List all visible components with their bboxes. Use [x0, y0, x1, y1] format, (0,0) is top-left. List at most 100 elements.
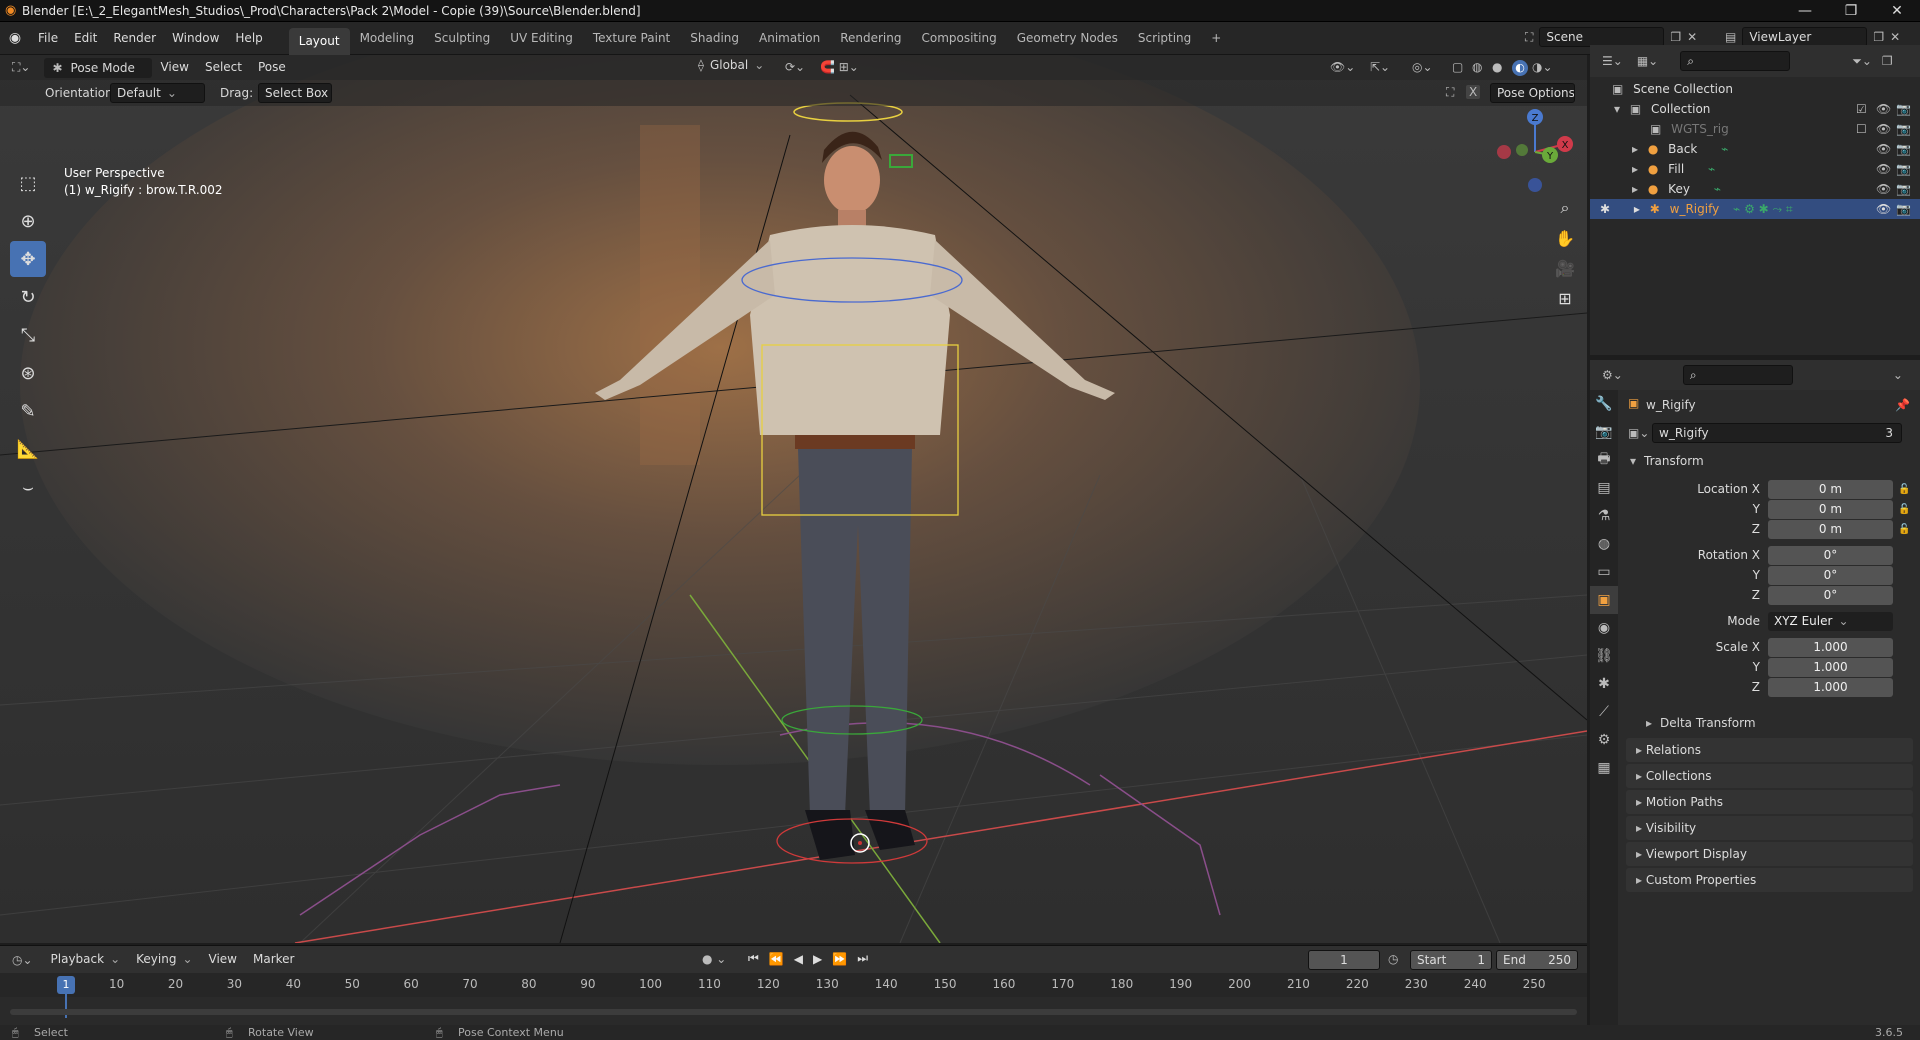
new-scene-icon[interactable]: ❐: [1670, 30, 1681, 44]
panel-relations[interactable]: ▸ Relations: [1626, 738, 1913, 762]
tab-compositing[interactable]: Compositing: [911, 22, 1006, 55]
rotation-x-field[interactable]: 0°: [1768, 546, 1893, 565]
object-tab-icon[interactable]: ▣: [1590, 586, 1618, 614]
panel-viewport-display[interactable]: ▸ Viewport Display: [1626, 842, 1913, 866]
playback-menu[interactable]: Playback: [43, 946, 129, 973]
maximize-button[interactable]: ❐: [1828, 0, 1874, 22]
navigation-gizmo[interactable]: Z X Y: [1490, 107, 1580, 197]
panel-collections[interactable]: ▸ Collections: [1626, 764, 1913, 788]
preview-range-clock-icon[interactable]: ◷: [1388, 952, 1398, 966]
timeline-view-menu[interactable]: View: [201, 946, 245, 973]
end-frame-field[interactable]: End 250: [1496, 950, 1578, 970]
tab-uv-editing[interactable]: UV Editing: [500, 22, 583, 55]
render-camera-icon[interactable]: 📷: [1896, 199, 1911, 219]
transform-panel-header[interactable]: Transform: [1644, 454, 1704, 468]
new-collection-icon[interactable]: ❐: [1882, 54, 1893, 68]
editor-type-icon[interactable]: ⛶⌄: [12, 60, 30, 75]
world-tab-icon[interactable]: ◍: [1590, 530, 1618, 558]
filter-icon[interactable]: ⏷⌄: [1852, 54, 1872, 69]
exclude-checkbox[interactable]: ☐: [1856, 119, 1867, 139]
rotation-y-field[interactable]: 0°: [1768, 566, 1893, 585]
texture-tab-icon[interactable]: ▦: [1590, 754, 1618, 782]
expand-arrow-icon[interactable]: ▸: [1634, 202, 1640, 216]
tab-modeling[interactable]: Modeling: [350, 22, 425, 55]
bone-tab-icon[interactable]: ⟋: [1590, 698, 1618, 726]
marker-menu[interactable]: Marker: [245, 946, 302, 973]
panel-visibility[interactable]: ▸ Visibility: [1626, 816, 1913, 840]
outliner-item-back[interactable]: ▸ ● Back ⌁ 👁 📷: [1590, 139, 1920, 159]
render-camera-icon[interactable]: 📷: [1896, 99, 1911, 119]
rotation-z-field[interactable]: 0°: [1768, 586, 1893, 605]
rendered-shading-icon[interactable]: ◑⌄: [1532, 60, 1553, 74]
exclude-checkbox[interactable]: ☑: [1856, 99, 1867, 119]
jump-keyframe-back-icon[interactable]: ⏪: [769, 952, 784, 966]
transform-tool-icon[interactable]: ⊛: [10, 355, 46, 391]
timeline-editor-type-icon[interactable]: ◷⌄: [12, 953, 33, 967]
play-icon[interactable]: ▶: [813, 952, 822, 966]
visibility-eye-icon[interactable]: 👁: [1876, 99, 1891, 119]
collapse-arrow-icon[interactable]: ▾: [1630, 454, 1636, 468]
outliner-item-fill[interactable]: ▸ ● Fill ⌁ 👁 📷: [1590, 159, 1920, 179]
jump-end-icon[interactable]: ⏭: [857, 951, 868, 966]
scale-y-field[interactable]: 1.000: [1768, 658, 1893, 677]
menu-window[interactable]: Window: [164, 22, 227, 55]
pin-icon[interactable]: 📌: [1895, 398, 1910, 412]
mode-selector[interactable]: ✱ Pose Mode: [44, 57, 153, 78]
overlays-icon[interactable]: ◎⌄: [1412, 60, 1433, 74]
expand-arrow-icon[interactable]: ▸: [1646, 716, 1652, 730]
lock-icon[interactable]: 🔓: [1898, 500, 1918, 520]
tab-animation[interactable]: Animation: [749, 22, 830, 55]
jump-keyframe-forward-icon[interactable]: ⏩: [832, 952, 847, 966]
auto-keying-icon[interactable]: ● ⌄: [702, 952, 726, 966]
outliner-collection[interactable]: ▾ ▣ Collection ☑ 👁 📷: [1590, 99, 1920, 119]
visibility-eye-icon[interactable]: 👁: [1876, 179, 1891, 199]
panel-motion-paths[interactable]: ▸ Motion Paths: [1626, 790, 1913, 814]
viewport-menu-pose[interactable]: Pose: [250, 55, 294, 80]
menu-file[interactable]: File: [30, 22, 66, 55]
select-box-tool-icon[interactable]: ⬚: [10, 165, 46, 201]
datablock-browse-icon[interactable]: ▣⌄: [1628, 426, 1649, 440]
orientation-default-dropdown[interactable]: Default: [110, 83, 205, 103]
transform-orientation[interactable]: ⟠ Global: [698, 58, 764, 72]
panel-custom-properties[interactable]: ▸ Custom Properties: [1626, 868, 1913, 892]
menu-edit[interactable]: Edit: [66, 22, 105, 55]
timeline-scrollbar[interactable]: [10, 1009, 1577, 1015]
wireframe-shading-icon[interactable]: ◍: [1472, 60, 1482, 74]
scale-z-field[interactable]: 1.000: [1768, 678, 1893, 697]
scene-name-field[interactable]: Scene: [1539, 27, 1665, 47]
relax-pose-tool-icon[interactable]: ⌣: [10, 469, 46, 505]
render-camera-icon[interactable]: 📷: [1896, 139, 1911, 159]
pose-mode-indicator-icon[interactable]: ✱: [1600, 202, 1610, 216]
cursor-tool-icon[interactable]: ⊕: [10, 203, 46, 239]
new-viewlayer-icon[interactable]: ❐: [1873, 30, 1884, 44]
scale-tool-icon[interactable]: ⤡: [10, 317, 46, 353]
camera-view-icon[interactable]: 🎥: [1550, 253, 1580, 283]
blender-menu-icon[interactable]: ◉: [0, 30, 30, 46]
location-y-field[interactable]: 0 m: [1768, 500, 1893, 519]
perspective-grid-icon[interactable]: ⊞: [1550, 283, 1580, 313]
solid-shading-icon[interactable]: ●: [1492, 60, 1502, 74]
expand-arrow-icon[interactable]: ▸: [1632, 182, 1638, 196]
visibility-selectability-icon[interactable]: 👁⌄: [1330, 60, 1355, 74]
properties-search-input[interactable]: ⌕: [1682, 365, 1793, 385]
frame-ruler[interactable]: 1102030405060708090100110120130140150160…: [0, 973, 1587, 997]
physics-tab-icon[interactable]: ◉: [1590, 614, 1618, 642]
move-tool-icon[interactable]: ✥: [10, 241, 46, 277]
tab-scripting[interactable]: Scripting: [1128, 22, 1201, 55]
pivot-icon[interactable]: ⟳⌄: [785, 60, 805, 74]
tool-tab-icon[interactable]: 🔧: [1590, 390, 1618, 418]
properties-options-icon[interactable]: ⌄: [1893, 368, 1903, 382]
jump-start-icon[interactable]: ⏮: [748, 951, 759, 966]
mirror-icon[interactable]: ⛶: [1446, 85, 1454, 100]
visibility-eye-icon[interactable]: 👁: [1876, 119, 1891, 139]
expand-arrow-icon[interactable]: ▸: [1632, 162, 1638, 176]
snap-icon[interactable]: 🧲 ⊞⌄: [820, 60, 859, 74]
delete-viewlayer-icon[interactable]: ✕: [1890, 30, 1900, 44]
visibility-eye-icon[interactable]: 👁: [1876, 199, 1891, 219]
viewport-menu-view[interactable]: View: [152, 55, 196, 80]
properties-editor-type-icon[interactable]: ⚙⌄: [1602, 368, 1623, 382]
play-reverse-icon[interactable]: ◀: [794, 952, 803, 966]
object-datablock-field[interactable]: w_Rigify 3: [1652, 423, 1902, 443]
outliner-item-wgts-rig[interactable]: ▣ WGTS_rig ☐ 👁 📷: [1590, 119, 1920, 139]
render-camera-icon[interactable]: 📷: [1896, 159, 1911, 179]
